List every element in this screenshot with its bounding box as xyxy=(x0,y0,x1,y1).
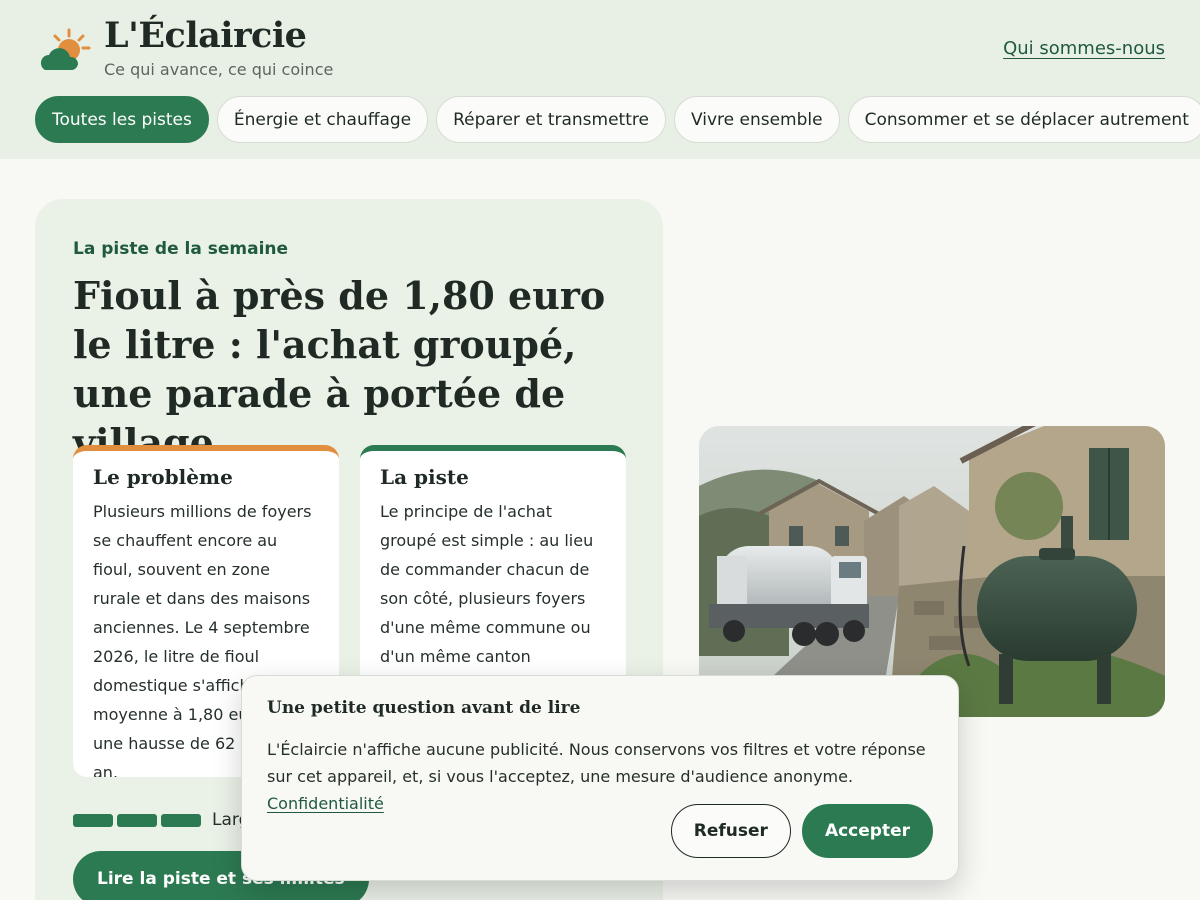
reading-progress: Larg xyxy=(73,810,249,830)
brand[interactable]: L'Éclaircie Ce qui avance, ce qui coince xyxy=(35,14,333,84)
consent-body: L'Éclaircie n'affiche aucune publicité. … xyxy=(267,740,926,786)
progress-segment xyxy=(161,813,201,827)
sun-cloud-icon xyxy=(40,28,91,71)
progress-segment xyxy=(73,813,113,827)
progress-segment xyxy=(117,813,157,827)
filter-living-together[interactable]: Vivre ensemble xyxy=(673,96,840,143)
filter-consume-differently[interactable]: Consommer et se déplacer autrement xyxy=(847,96,1200,143)
solution-text: Le principe de l'achat groupé est simple… xyxy=(380,502,594,695)
fuel-truck-village-photo xyxy=(699,426,1165,717)
topic-filters: Toutes les pistes Énergie et chauffage R… xyxy=(35,96,1200,143)
site-title: L'Éclaircie xyxy=(104,15,307,56)
refuse-button[interactable]: Refuser xyxy=(670,804,791,858)
feature-eyebrow: La piste de la semaine xyxy=(73,239,289,259)
privacy-link[interactable]: Confidentialité xyxy=(267,794,384,813)
site-header: L'Éclaircie Ce qui avance, ce qui coince… xyxy=(0,0,1200,159)
accept-button[interactable]: Accepter xyxy=(801,804,933,858)
filter-repair[interactable]: Réparer et transmettre xyxy=(436,96,666,143)
solution-title: La piste xyxy=(380,465,469,489)
consent-title: Une petite question avant de lire xyxy=(267,698,581,718)
about-link[interactable]: Qui sommes-nous xyxy=(1003,38,1165,59)
feature-photo xyxy=(699,426,1165,717)
problem-title: Le problème xyxy=(93,465,233,489)
filter-energy[interactable]: Énergie et chauffage xyxy=(216,96,429,143)
site-tagline: Ce qui avance, ce qui coince xyxy=(104,60,334,79)
filter-all[interactable]: Toutes les pistes xyxy=(35,96,209,143)
consent-dialog: Une petite question avant de lire L'Écla… xyxy=(241,675,959,881)
consent-actions: Refuser Accepter xyxy=(670,804,933,858)
feature-headline[interactable]: Fioul à près de 1,80 euro le litre : l'a… xyxy=(73,271,613,467)
